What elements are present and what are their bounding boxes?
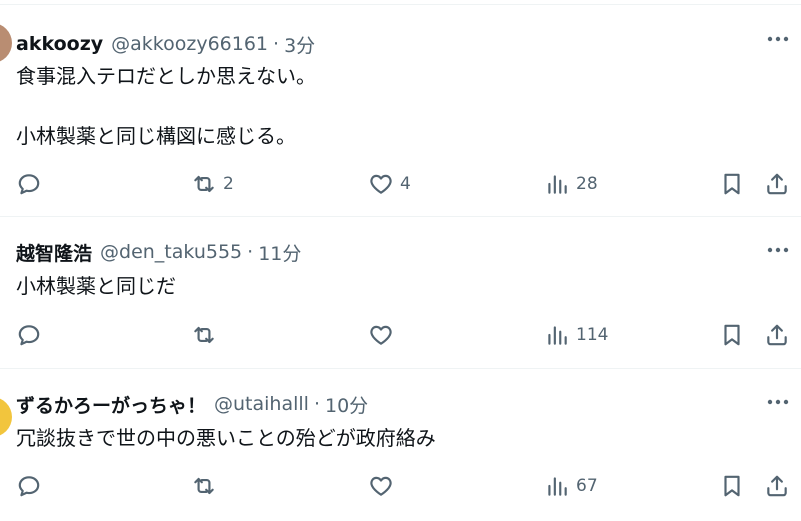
- like-count: 4: [400, 174, 411, 194]
- bookmark-icon: [724, 173, 740, 195]
- separator-dot: ·: [273, 33, 280, 55]
- timestamp[interactable]: 10分: [325, 391, 368, 418]
- heart-icon: [370, 174, 392, 194]
- share-button[interactable]: [764, 169, 790, 199]
- reply-button[interactable]: [16, 320, 48, 350]
- heart-icon: [370, 325, 392, 345]
- more-options-button[interactable]: [765, 240, 791, 260]
- user-name[interactable]: akkoozy: [16, 33, 103, 55]
- retweet-button[interactable]: [191, 320, 223, 350]
- avatar[interactable]: [0, 397, 12, 437]
- bar-chart-icon: [548, 175, 567, 194]
- share-upload-icon: [767, 324, 787, 346]
- tweet-header: akkoozy @akkoozy66161 · 3分: [16, 31, 315, 57]
- tweet[interactable]: akkoozy @akkoozy66161 · 3分 食事混入テロだとしか思えな…: [0, 4, 801, 216]
- like-button[interactable]: [368, 471, 400, 501]
- tweet-text: 食事混入テロだとしか思えない。 小林製薬と同じ構図に感じる。: [16, 64, 316, 148]
- more-options-button[interactable]: [765, 392, 791, 412]
- view-count: 67: [576, 476, 598, 496]
- bar-chart-icon: [548, 326, 567, 345]
- reply-bubble-icon: [18, 174, 40, 195]
- reply-button[interactable]: [16, 471, 48, 501]
- tweet-text: 冗談抜きで世の中の悪いことの殆どが政府絡み: [16, 426, 436, 450]
- retweet-count: 2: [223, 174, 234, 194]
- tweet[interactable]: 越智隆浩 @den_taku555 · 11分 小林製薬と同じだ 114: [0, 216, 801, 368]
- separator-dot: ·: [313, 393, 320, 415]
- tweet-header: ずるかろーがっちゃ！ @utaihalll · 10分: [16, 391, 368, 417]
- user-name[interactable]: ずるかろーがっちゃ！: [16, 391, 206, 418]
- retweet-icon: [194, 477, 214, 495]
- separator-dot: ·: [247, 241, 254, 263]
- reply-bubble-icon: [18, 325, 40, 346]
- heart-icon: [370, 476, 392, 496]
- share-button[interactable]: [764, 320, 790, 350]
- more-dots-icon: [767, 36, 789, 42]
- timestamp[interactable]: 11分: [258, 239, 301, 266]
- tweet[interactable]: ずるかろーがっちゃ！ @utaihalll · 10分 冗談抜きで世の中の悪いこ…: [0, 368, 801, 521]
- share-upload-icon: [767, 475, 787, 497]
- view-count: 114: [576, 325, 609, 345]
- more-dots-icon: [767, 247, 789, 253]
- retweet-icon: [194, 175, 214, 193]
- retweet-button[interactable]: 2: [191, 169, 234, 199]
- tweet-text: 小林製薬と同じだ: [16, 274, 176, 298]
- share-upload-icon: [767, 173, 787, 195]
- views-button[interactable]: 114: [544, 320, 608, 350]
- share-button[interactable]: [764, 471, 790, 501]
- avatar[interactable]: [0, 235, 12, 275]
- reply-button[interactable]: [16, 169, 48, 199]
- timestamp[interactable]: 3分: [284, 31, 315, 58]
- like-button[interactable]: 4: [368, 169, 411, 199]
- retweet-button[interactable]: [191, 471, 223, 501]
- bookmark-button[interactable]: [719, 320, 745, 350]
- bookmark-button[interactable]: [719, 169, 745, 199]
- user-handle[interactable]: @akkoozy66161: [111, 33, 268, 55]
- avatar[interactable]: [0, 23, 12, 63]
- more-options-button[interactable]: [765, 29, 791, 49]
- user-name[interactable]: 越智隆浩: [16, 239, 92, 266]
- retweet-icon: [194, 326, 214, 344]
- user-handle[interactable]: @den_taku555: [100, 241, 242, 263]
- views-button[interactable]: 28: [544, 169, 598, 199]
- views-button[interactable]: 67: [544, 471, 598, 501]
- like-button[interactable]: [368, 320, 400, 350]
- tweet-header: 越智隆浩 @den_taku555 · 11分: [16, 239, 301, 265]
- bookmark-icon: [724, 475, 740, 497]
- more-dots-icon: [767, 399, 789, 405]
- view-count: 28: [576, 174, 598, 194]
- bookmark-button[interactable]: [719, 471, 745, 501]
- bar-chart-icon: [548, 477, 567, 496]
- reply-bubble-icon: [18, 476, 40, 497]
- bookmark-icon: [724, 324, 740, 346]
- user-handle[interactable]: @utaihalll: [214, 393, 309, 415]
